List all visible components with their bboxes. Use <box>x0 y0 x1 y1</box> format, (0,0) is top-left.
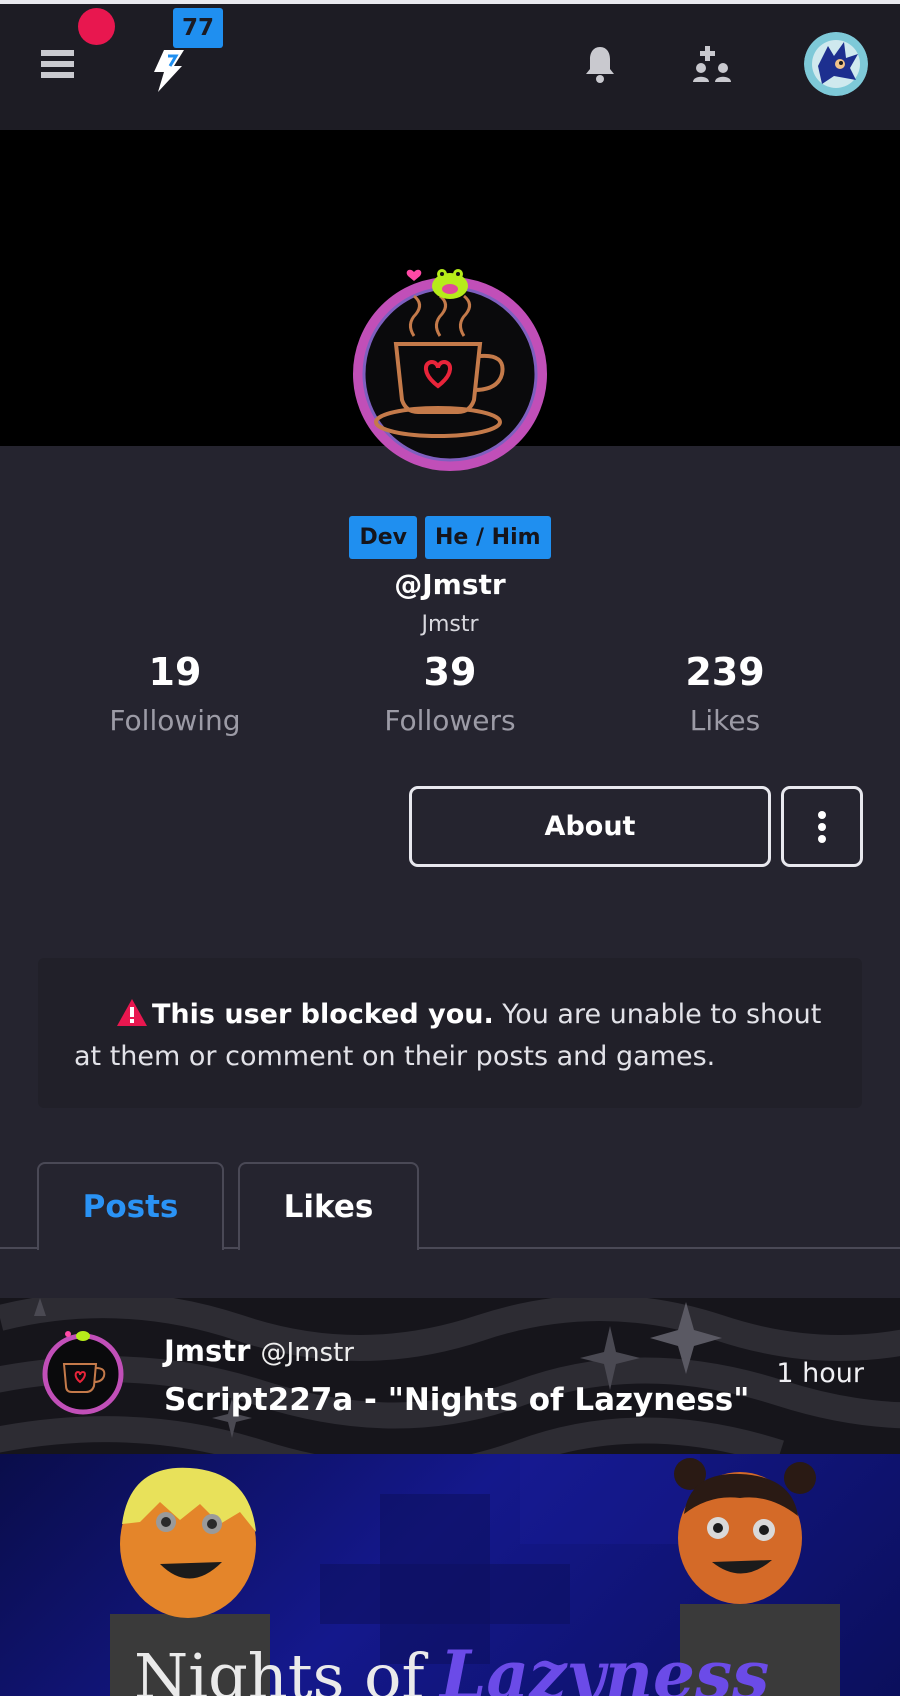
stat-likes-label: Likes <box>689 704 761 737</box>
stat-following-label: Following <box>109 704 241 737</box>
post-title[interactable]: Script227a - "Nights of Lazyness" <box>164 1382 749 1418</box>
more-options-button[interactable] <box>781 786 863 867</box>
post-image-text-right: Lazyness <box>438 1636 769 1696</box>
blocked-notice: This user blocked you. You are unable to… <box>38 958 862 1108</box>
post-image[interactable]: Nights of Lazyness <box>0 1454 900 1696</box>
alert-dot <box>78 8 115 45</box>
post-image-art: Nights of Lazyness <box>110 1454 840 1696</box>
post-author-avatar[interactable] <box>38 1326 128 1416</box>
tab-posts[interactable]: Posts <box>37 1162 224 1250</box>
post-card[interactable]: Jmstr @Jmstr Script227a - "Nights of Laz… <box>0 1298 900 1454</box>
post-author-handle: @Jmstr <box>260 1338 354 1368</box>
tab-likes[interactable]: Likes <box>238 1162 419 1250</box>
post-background-pattern <box>0 1298 900 1454</box>
warning-icon <box>117 999 147 1026</box>
stat-following-value: 19 <box>148 650 202 694</box>
profile-display-name: Jmstr <box>421 612 479 637</box>
post-timestamp: 1 hour <box>776 1358 864 1389</box>
lightning-icon[interactable] <box>148 48 188 94</box>
stat-likes: 239 Likes <box>605 650 845 737</box>
stat-likes-value: 239 <box>685 650 765 694</box>
stat-followers[interactable]: 39 Followers <box>330 650 570 737</box>
post-author: Jmstr @Jmstr <box>164 1334 354 1368</box>
notification-count-badge: 77 <box>173 8 223 48</box>
bell-icon[interactable] <box>584 44 616 84</box>
post-author-name[interactable]: Jmstr <box>164 1334 250 1368</box>
stat-followers-value: 39 <box>423 650 477 694</box>
tag-dev: Dev <box>349 516 417 559</box>
user-avatar[interactable] <box>804 32 868 96</box>
top-bar: 77 <box>0 0 900 130</box>
add-friend-icon[interactable] <box>692 44 734 84</box>
profile-avatar <box>353 269 547 471</box>
profile-tags: Dev He / Him <box>0 516 900 559</box>
profile-handle: @Jmstr <box>394 568 506 601</box>
menu-icon[interactable] <box>40 46 76 82</box>
tag-pronouns: He / Him <box>424 516 551 559</box>
stat-followers-label: Followers <box>384 704 516 737</box>
post-image-text-left: Nights of <box>134 1640 428 1696</box>
blocked-notice-title: This user blocked you. <box>152 999 494 1030</box>
about-button[interactable]: About <box>409 786 771 867</box>
more-vertical-icon <box>818 811 826 843</box>
stat-following[interactable]: 19 Following <box>55 650 295 737</box>
